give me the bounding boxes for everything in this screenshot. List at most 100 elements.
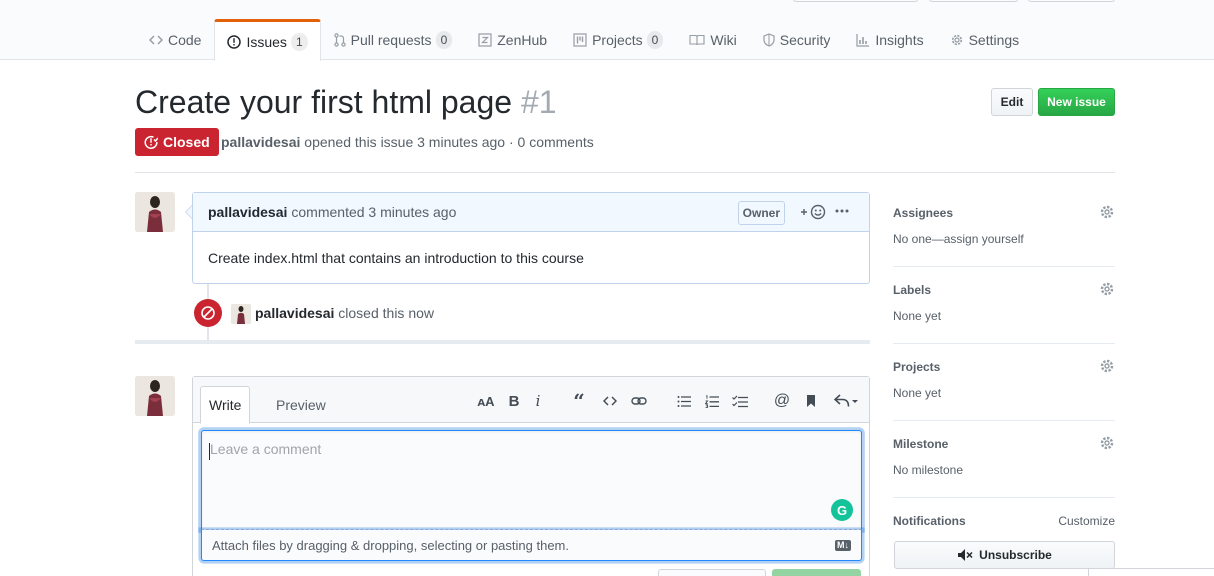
tab-security[interactable]: Security (750, 19, 844, 60)
task-list-icon[interactable] (730, 391, 750, 411)
tab-preview[interactable]: Preview (268, 386, 334, 424)
text-cursor (209, 443, 210, 460)
tab-wiki[interactable]: Wiki (676, 19, 749, 60)
gear-icon[interactable] (1099, 358, 1115, 377)
sidebar-heading: Milestone (893, 437, 949, 451)
timeline-event: pallavidesai closed this now (255, 305, 434, 321)
sidebar-heading: Labels (893, 283, 932, 297)
tab-settings[interactable]: Settings (937, 19, 1033, 60)
status-label: Closed (163, 134, 210, 150)
tab-code[interactable]: Code (136, 19, 214, 60)
event-text: closed this now (338, 305, 434, 321)
tab-label: Code (168, 32, 202, 48)
tab-write[interactable]: Write (200, 386, 251, 424)
sidebar-assignees: Assignees No one—assign yourself (893, 190, 1115, 267)
unordered-list-icon[interactable] (674, 391, 694, 411)
comment-author-link[interactable]: pallavidesai (208, 204, 287, 220)
tab-label: Pull requests (350, 32, 432, 48)
avatar[interactable] (135, 192, 175, 232)
header-button-stub[interactable] (793, 0, 918, 2)
issue-title: Create your first html page #1 (135, 84, 557, 121)
comment-button[interactable] (772, 569, 861, 576)
comment-composer: Write Preview ᴀA B i “ @ Leave a comment (192, 376, 870, 576)
header-button-stub[interactable] (1028, 0, 1115, 2)
graph-icon (856, 33, 870, 47)
composer-toolbar: Write Preview ᴀA B i “ @ (193, 377, 869, 424)
tab-label: Insights (875, 32, 924, 48)
gear-icon[interactable] (1099, 435, 1115, 454)
tab-label: Projects (592, 32, 643, 48)
link-icon[interactable] (629, 391, 649, 411)
issue-meta: pallavidesai opened this issue 3 minutes… (221, 134, 594, 150)
mute-icon (958, 549, 973, 561)
code-icon[interactable] (600, 391, 620, 411)
owner-badge: Owner (737, 201, 785, 225)
tab-zenhub[interactable]: ZenHub (465, 19, 560, 60)
quote-icon[interactable]: “ (569, 389, 589, 413)
pull-request-icon (333, 33, 346, 47)
assign-yourself-link[interactable]: No one—assign yourself (893, 232, 1024, 246)
bookmark-icon[interactable] (801, 391, 821, 411)
issue-author-link[interactable]: pallavidesai (221, 134, 300, 150)
issue-title-text: Create your first html page (135, 84, 513, 120)
divider (135, 172, 1115, 173)
mention-icon[interactable]: @ (772, 391, 792, 411)
issue-closed-icon (144, 135, 158, 149)
tab-issues[interactable]: Issues 1 (214, 19, 321, 61)
tab-insights[interactable]: Insights (843, 19, 936, 60)
closed-event-icon (194, 299, 222, 327)
customize-link[interactable]: Customize (1058, 514, 1115, 528)
reply-icon[interactable] (833, 391, 859, 411)
sidebar-heading: Notifications (893, 514, 966, 528)
file-attachment-area[interactable]: Attach files by dragging & dropping, sel… (201, 530, 862, 561)
text-size-icon[interactable]: ᴀA (476, 391, 496, 411)
tab-label: Security (779, 32, 831, 48)
bold-icon[interactable]: B (504, 391, 524, 411)
unsubscribe-button[interactable]: Unsubscribe (894, 541, 1115, 569)
gear-icon[interactable] (1099, 281, 1115, 300)
issue-icon (227, 34, 242, 49)
code-icon (149, 34, 163, 46)
kebab-icon[interactable] (835, 204, 849, 218)
sidebar-labels: Labels None yet (893, 267, 1115, 344)
gear-icon[interactable] (1099, 204, 1115, 223)
zenhub-icon (478, 33, 492, 47)
add-reaction-button[interactable] (800, 204, 826, 220)
sidebar-heading: Projects (893, 360, 941, 374)
sidebar-value: None yet (893, 386, 942, 400)
status-badge: Closed (135, 128, 219, 156)
sidebar-value: None yet (893, 309, 942, 323)
shield-icon (763, 33, 775, 47)
avatar[interactable] (135, 376, 175, 416)
comment-textarea[interactable]: Leave a comment G (201, 430, 862, 530)
grammarly-icon[interactable]: G (831, 499, 853, 521)
comment-body: Create index.html that contains an intro… (208, 250, 584, 266)
close-issue-button[interactable] (658, 569, 766, 576)
book-icon (689, 34, 705, 46)
tab-projects[interactable]: Projects 0 (560, 19, 676, 60)
repo-header: Code Issues 1 Pull requests 0 ZenHub Pro… (0, 0, 1214, 61)
event-author-link[interactable]: pallavidesai (255, 305, 334, 321)
ordered-list-icon[interactable] (702, 391, 722, 411)
timeline-divider (135, 340, 870, 344)
edit-button[interactable]: Edit (991, 88, 1033, 116)
gear-icon (950, 33, 964, 47)
avatar[interactable] (231, 304, 251, 324)
new-issue-button[interactable]: New issue (1038, 88, 1115, 116)
issue-meta-text: opened this issue 3 minutes ago · 0 comm… (304, 134, 594, 150)
floating-panel-edge (1088, 568, 1214, 576)
comment-placeholder: Leave a comment (210, 441, 322, 457)
pull-requests-counter: 0 (435, 31, 453, 49)
tab-pull-requests[interactable]: Pull requests 0 (321, 19, 466, 60)
header-button-stub[interactable] (929, 0, 1018, 2)
tab-label: ZenHub (497, 32, 548, 48)
sidebar-heading: Assignees (893, 206, 954, 220)
comment-timestamp[interactable]: commented 3 minutes ago (291, 204, 456, 220)
markdown-icon[interactable]: M↓ (835, 540, 851, 551)
project-icon (573, 33, 587, 47)
unsubscribe-label: Unsubscribe (979, 548, 1052, 562)
italic-icon[interactable]: i (528, 391, 548, 411)
attach-hint: Attach files by dragging & dropping, sel… (212, 537, 569, 553)
tab-label: Issues (246, 33, 287, 50)
smiley-icon (801, 204, 826, 220)
